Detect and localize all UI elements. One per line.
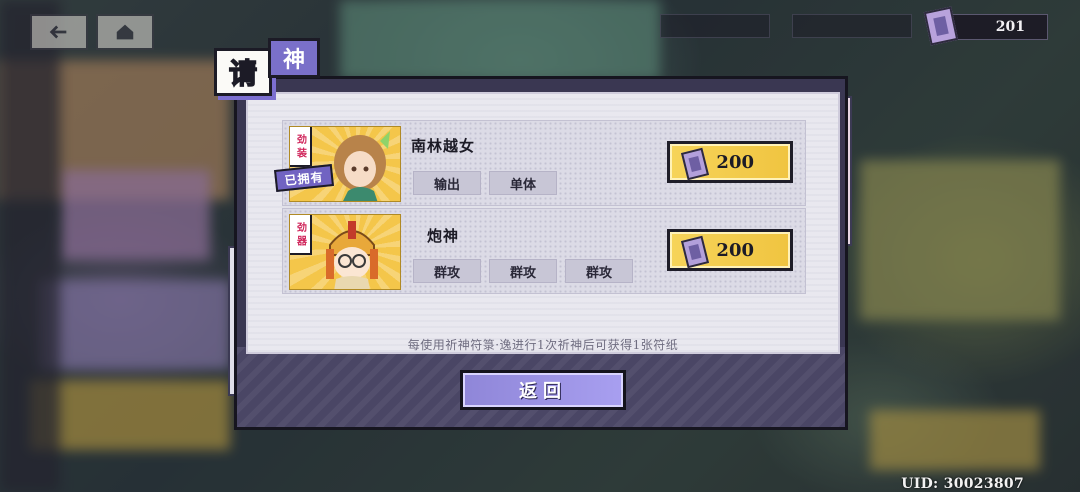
- skill-tag: 群攻: [413, 259, 481, 283]
- price-label: 200: [716, 151, 754, 173]
- home-nav-button[interactable]: [96, 14, 154, 50]
- price-label: 200: [716, 239, 754, 261]
- skill-tag: 输出: [413, 171, 481, 195]
- skill-tag: 单体: [489, 171, 557, 195]
- return-button[interactable]: 返回: [460, 370, 626, 410]
- user-id-label: UID: 30023807: [901, 476, 1024, 492]
- skill-tag: 群攻: [489, 259, 557, 283]
- title-char-2: 神: [268, 38, 320, 78]
- character-name: 炮神: [427, 227, 460, 245]
- character-name: 南林越女: [411, 137, 476, 155]
- summon-info-note: 每使用祈神符箓·逸进行1次祈神后可获得1张符纸: [407, 338, 679, 352]
- ticket-currency-display[interactable]: 201: [923, 6, 1048, 46]
- skill-tag: 群攻: [565, 259, 633, 283]
- ticket-icon: [680, 147, 710, 181]
- buy-button[interactable]: 200: [667, 141, 793, 183]
- character-portrait-brown-hair-girl: 劲 装: [289, 126, 401, 202]
- ticket-icon: [680, 235, 710, 269]
- character-card[interactable]: 劲 器 炮神 群攻 群攻 群攻 200: [282, 208, 806, 294]
- dialog-title: 请 神: [212, 38, 322, 96]
- back-arrow-icon: [49, 25, 67, 39]
- character-type-tag: 劲 装: [290, 127, 312, 167]
- character-portrait-helmet-glasses: 劲 器: [289, 214, 401, 290]
- back-nav-button[interactable]: [30, 14, 88, 50]
- buy-button[interactable]: 200: [667, 229, 793, 271]
- currency-amount: 201: [995, 19, 1025, 35]
- character-type-tag: 劲 器: [290, 215, 312, 255]
- title-char-1: 请: [228, 56, 258, 91]
- home-icon: [116, 24, 134, 40]
- character-card[interactable]: 劲 装 已拥有 南林越女 输出 单体 200: [274, 120, 806, 206]
